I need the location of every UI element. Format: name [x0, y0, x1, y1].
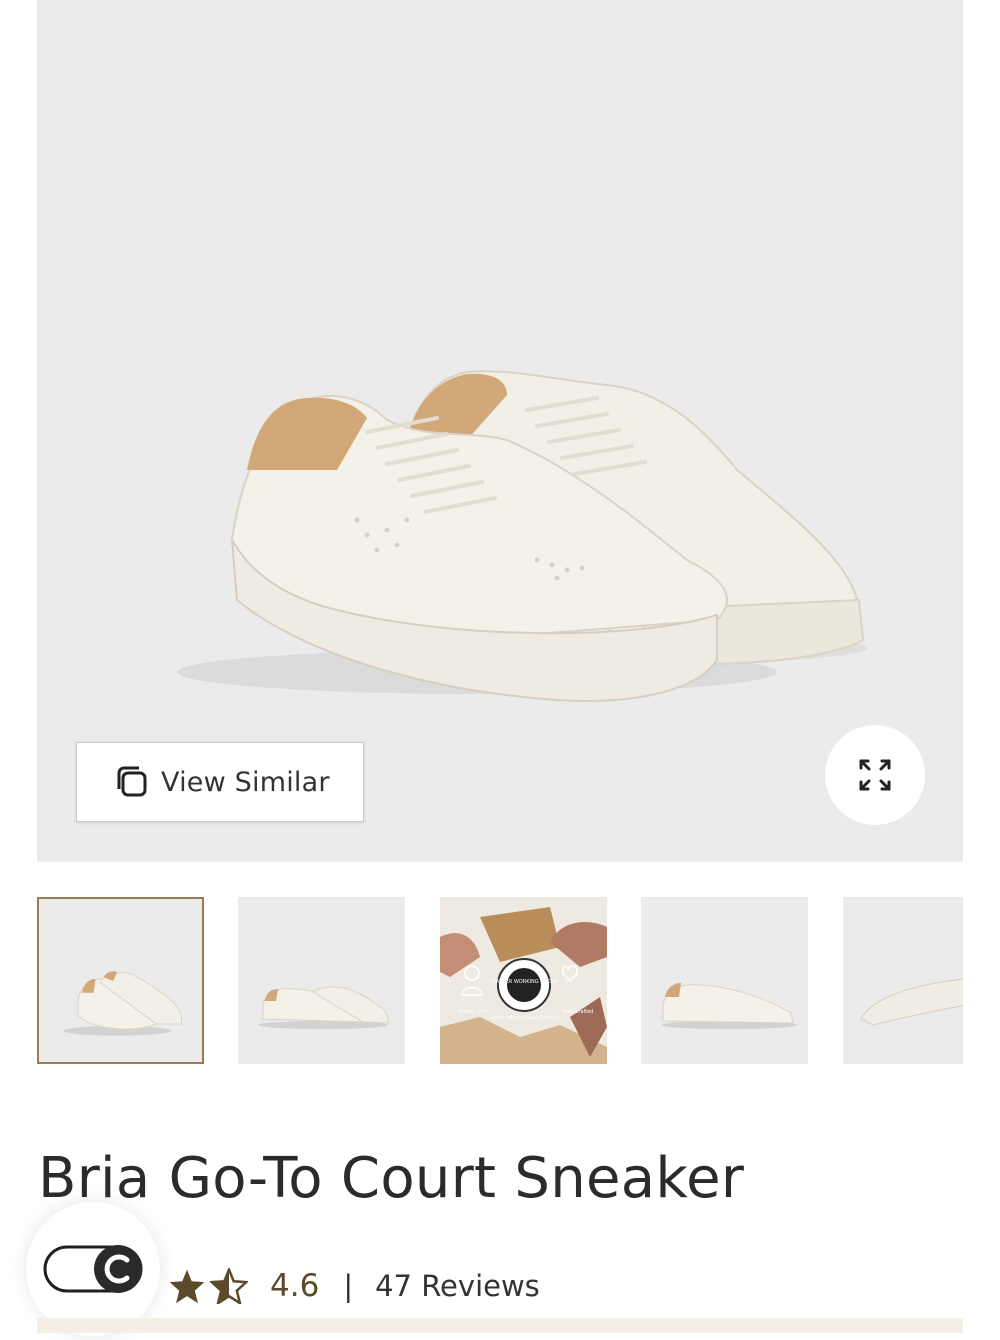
copy-stack-icon — [117, 766, 147, 797]
sneaker-pair-thumbnail — [63, 971, 182, 1036]
leather-craft-video-thumbnail: LEATHER WORKING GROUP Women Led Leather … — [440, 897, 607, 1064]
next-section-edge — [37, 1318, 963, 1333]
single-sneaker-thumbnail — [661, 983, 797, 1029]
view-similar-label: View Similar — [161, 766, 330, 798]
product-hero-image[interactable]: View Similar — [37, 0, 963, 862]
star-half-icon — [210, 1268, 248, 1304]
cookie-consent-toggle[interactable] — [26, 1202, 160, 1336]
lwg-badge-text: LEATHER WORKING GROUP — [490, 979, 558, 985]
thumbnail-single-side[interactable] — [641, 897, 808, 1064]
thumbnail-pair-side[interactable] — [238, 897, 405, 1064]
expand-image-button[interactable] — [825, 725, 925, 825]
sole-view-thumbnail — [860, 978, 963, 1026]
rating-divider: | — [343, 1269, 354, 1303]
rating-row[interactable]: 4.6 | 47 Reviews — [168, 1262, 540, 1310]
caption-women-led: Women Led — [457, 1009, 486, 1015]
caption-lwg-certified: Leather Working Group Certified — [490, 1015, 558, 1020]
sneaker-pair-illustration — [177, 370, 867, 702]
thumbnail-pair-angle[interactable] — [37, 897, 204, 1064]
rating-value: 4.6 — [270, 1268, 320, 1304]
reviews-link[interactable]: 47 Reviews — [375, 1269, 540, 1303]
thumbnail-sole[interactable] — [843, 897, 963, 1064]
thumbnail-carousel[interactable]: LEATHER WORKING GROUP Women Led Leather … — [37, 897, 963, 1064]
view-similar-button[interactable]: View Similar — [76, 742, 364, 822]
cookie-toggle-icon — [43, 1245, 143, 1293]
caption-handcrafted: Handcrafted — [563, 1009, 594, 1015]
star-filled-icon — [169, 1269, 205, 1304]
expand-arrows-icon — [859, 759, 891, 791]
star-rating — [168, 1268, 248, 1304]
sneaker-side-thumbnail — [258, 986, 389, 1029]
thumbnail-lwg-video[interactable]: LEATHER WORKING GROUP Women Led Leather … — [440, 897, 607, 1064]
